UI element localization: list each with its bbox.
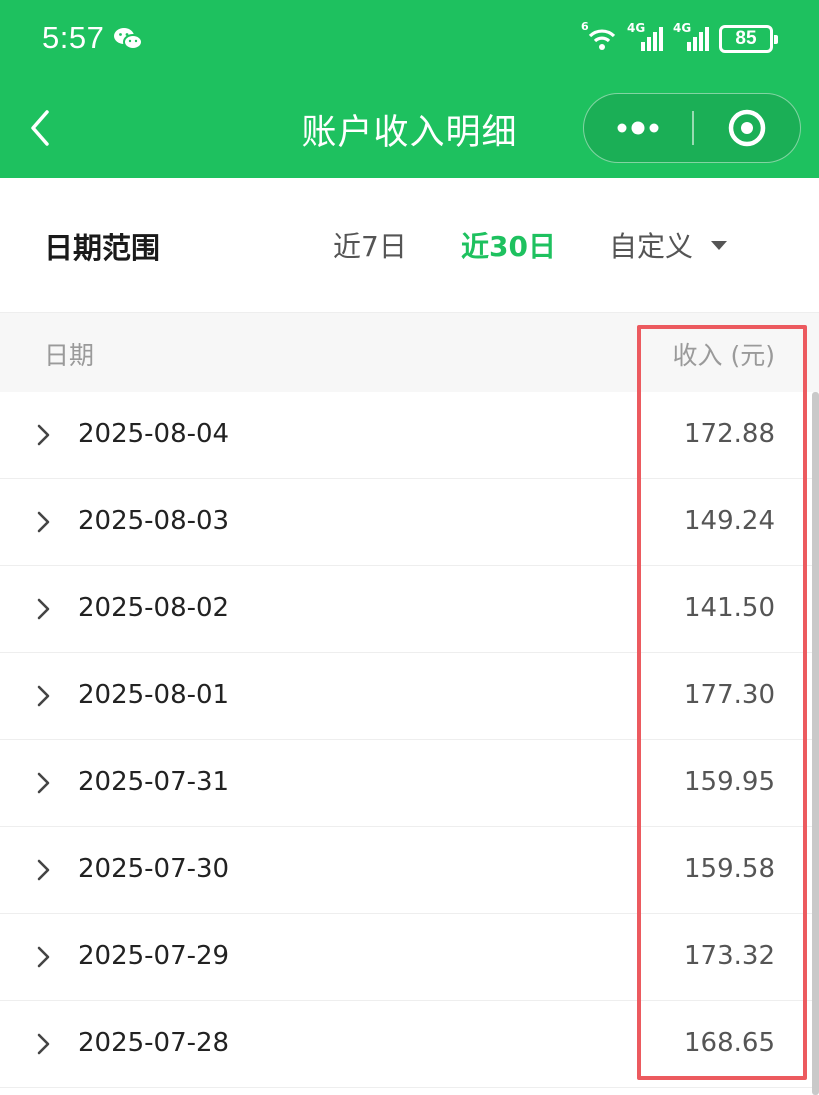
table-row[interactable]: 2025-07-31 159.95 [0, 740, 819, 827]
table-row[interactable]: 2025-07-28 168.65 [0, 1001, 819, 1088]
row-amount: 177.30 [684, 680, 775, 710]
scrollbar[interactable] [812, 392, 819, 1095]
cellular-signal-icon-1: 4G [627, 21, 665, 54]
target-circle-icon [728, 109, 766, 147]
row-date: 2025-07-29 [78, 941, 230, 971]
table-row[interactable]: 2025-08-03 149.24 [0, 479, 819, 566]
row-amount: 149.24 [684, 506, 775, 536]
status-bar: 5:57 6 4G 4G 85 [0, 0, 819, 78]
signal-2-label: 4G [673, 21, 692, 35]
table-row[interactable]: 2025-08-01 177.30 [0, 653, 819, 740]
chevron-right-icon [37, 859, 50, 881]
table-row[interactable]: 2025-07-30 159.58 [0, 827, 819, 914]
filter-option-30-days[interactable]: 近30日 [461, 225, 556, 265]
table-row[interactable]: 2025-08-02 141.50 [0, 566, 819, 653]
chevron-right-icon [37, 511, 50, 533]
table-row[interactable]: 2025-08-04 172.88 [0, 392, 819, 479]
close-mini-program-button[interactable] [694, 94, 800, 161]
filter-option-custom[interactable]: 自定义 [609, 225, 728, 265]
wifi-icon: 6 [581, 20, 619, 54]
row-date: 2025-08-01 [78, 680, 230, 710]
income-list: 2025-08-04 172.88 2025-08-03 149.24 2025… [0, 392, 819, 1088]
more-dots-icon [617, 121, 659, 135]
cellular-signal-icon-2: 4G [673, 21, 711, 54]
row-date: 2025-08-02 [78, 593, 230, 623]
signal-1-label: 4G [627, 21, 646, 35]
app-header: 5:57 6 4G 4G 85 账户收入明细 [0, 0, 819, 178]
battery-level: 85 [735, 28, 757, 49]
column-header-date: 日期 [44, 341, 95, 370]
row-amount: 141.50 [684, 593, 775, 623]
battery-indicator: 85 [719, 25, 778, 53]
table-row[interactable]: 2025-07-29 173.32 [0, 914, 819, 1001]
chevron-right-icon [37, 598, 50, 620]
chevron-right-icon [37, 685, 50, 707]
row-date: 2025-07-30 [78, 854, 230, 884]
status-time: 5:57 [42, 20, 105, 55]
network-badge: 6 [581, 20, 589, 33]
wechat-notification-icon [114, 28, 143, 50]
filter-option-custom-label: 自定义 [609, 230, 694, 263]
row-date: 2025-07-31 [78, 767, 230, 797]
chevron-right-icon [37, 772, 50, 794]
table-header: 日期 收入 (元) [0, 312, 819, 392]
chevron-right-icon [37, 424, 50, 446]
date-range-filter: 日期范围 近7日 近30日 自定义 [0, 178, 819, 312]
row-amount: 172.88 [684, 419, 775, 449]
row-amount: 173.32 [684, 941, 775, 971]
row-date: 2025-08-03 [78, 506, 230, 536]
status-icons: 6 4G 4G 85 [581, 20, 778, 56]
row-amount: 168.65 [684, 1028, 775, 1058]
filter-label: 日期范围 [44, 231, 161, 265]
row-amount: 159.58 [684, 854, 775, 884]
filter-option-7-days[interactable]: 近7日 [333, 225, 407, 265]
row-date: 2025-07-28 [78, 1028, 230, 1058]
chevron-right-icon [37, 946, 50, 968]
chevron-right-icon [37, 1033, 50, 1055]
column-header-amount: 收入 (元) [672, 341, 775, 370]
caret-down-icon [711, 240, 728, 250]
more-button[interactable] [584, 94, 692, 161]
row-date: 2025-08-04 [78, 419, 230, 449]
row-amount: 159.95 [684, 767, 775, 797]
mini-program-capsule [583, 93, 801, 163]
